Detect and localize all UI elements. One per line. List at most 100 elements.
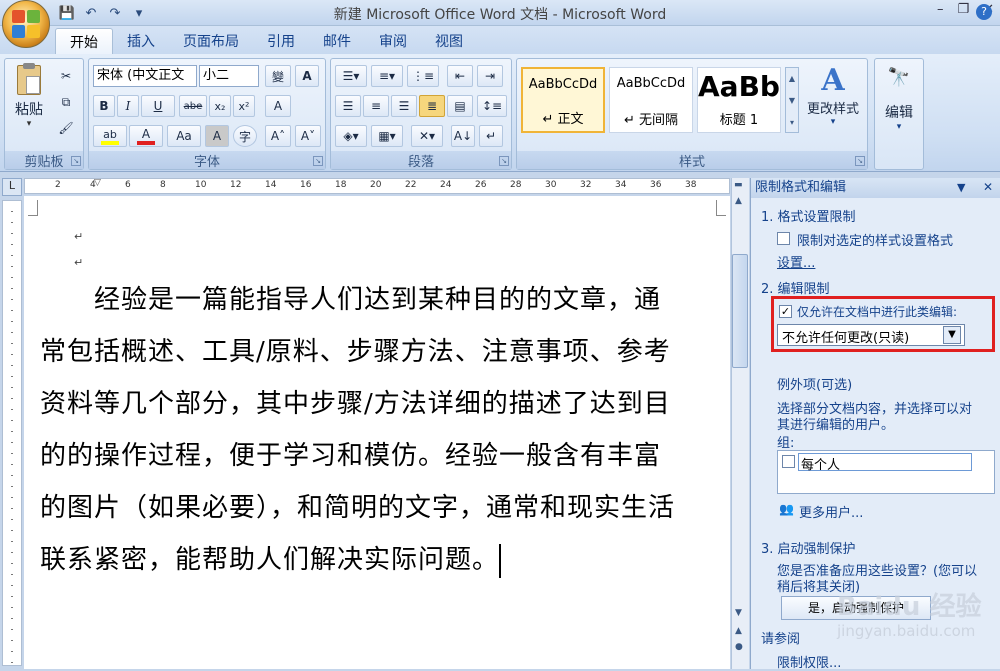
tab-home[interactable]: 开始 xyxy=(55,28,113,57)
shrink-font-button[interactable]: A˅ xyxy=(295,125,321,147)
scroll-up-icon[interactable]: ▲ xyxy=(735,196,742,206)
prev-page-icon[interactable]: ▲ xyxy=(735,626,742,636)
subscript-button[interactable]: x₂ xyxy=(209,95,231,117)
paragraph-group-label: 段落 xyxy=(331,151,511,170)
window-title: 新建 Microsoft Office Word 文档 - Microsoft … xyxy=(333,7,667,23)
strikethrough-button[interactable]: abe xyxy=(179,95,207,117)
ruler-number: 12 xyxy=(230,180,242,190)
editing-type-value: 不允许任何更改(只读) xyxy=(782,331,910,346)
everyone-checkbox[interactable] xyxy=(782,455,795,468)
help-icon[interactable]: ? xyxy=(976,4,992,20)
underline-button[interactable]: U xyxy=(141,95,175,117)
editing-restrict-checkbox[interactable]: ✓ xyxy=(779,305,792,318)
numbering-icon[interactable]: ≡▾ xyxy=(371,65,403,87)
paste-button[interactable]: 粘贴 ▾ xyxy=(11,63,47,135)
justify-icon[interactable]: ≣ xyxy=(419,95,445,117)
sort-chinese-icon[interactable]: ✕▾ xyxy=(411,125,443,147)
distribute-icon[interactable]: ▤ xyxy=(447,95,473,117)
section-format-restrictions: 1. 格式设置限制 xyxy=(761,210,856,225)
char-border-button[interactable]: A xyxy=(295,65,319,87)
editing-button[interactable]: 🔭 编辑 ▾ xyxy=(879,67,919,137)
pane-close-icon[interactable]: ✕ xyxy=(983,180,993,194)
tab-selector[interactable]: L xyxy=(2,178,22,196)
paste-icon xyxy=(17,63,41,95)
scroll-down-icon[interactable]: ▼ xyxy=(735,608,742,618)
line-spacing-icon[interactable]: ↕≡ xyxy=(477,95,507,117)
superscript-button[interactable]: x² xyxy=(233,95,255,117)
settings-link[interactable]: 设置... xyxy=(777,252,815,271)
style-no-spacing[interactable]: AaBbCcDd ↵ 无间隔 xyxy=(609,67,693,133)
copy-icon[interactable]: ⧉ xyxy=(55,91,77,113)
increase-indent-icon[interactable]: ⇥ xyxy=(477,65,503,87)
format-restrict-checkbox[interactable] xyxy=(777,232,790,245)
borders-icon[interactable]: ▦▾ xyxy=(371,125,403,147)
vertical-scrollbar[interactable]: ▬ ▲ ▼ ▲ ● xyxy=(731,178,749,669)
document-body[interactable]: 经验是一篇能指导人们达到某种目的的文章，通 常包括概述、工具/原料、步骤方法、注… xyxy=(40,274,730,586)
align-left-icon[interactable]: ☰ xyxy=(335,95,361,117)
tab-view[interactable]: 视图 xyxy=(421,28,477,57)
tab-insert[interactable]: 插入 xyxy=(113,28,169,57)
restrict-editing-pane: 限制格式和编辑 ▼ ✕ 1. 格式设置限制 限制对选定的样式设置格式 设置...… xyxy=(750,178,1000,671)
decrease-indent-icon[interactable]: ⇤ xyxy=(447,65,473,87)
style-heading1[interactable]: AaBb 标题 1 xyxy=(697,67,781,133)
editing-label: 编辑 xyxy=(885,105,913,121)
doc-line: 的的操作过程，便于学习和模仿。经验一般含有丰富 xyxy=(40,441,662,471)
tab-mailings[interactable]: 邮件 xyxy=(309,28,365,57)
scroll-thumb[interactable] xyxy=(732,254,748,368)
change-styles-button[interactable]: A 更改样式 ▾ xyxy=(801,63,865,139)
tab-review[interactable]: 审阅 xyxy=(365,28,421,57)
groups-list[interactable]: 每个人 xyxy=(777,450,995,494)
cut-icon[interactable]: ✂ xyxy=(55,65,77,87)
exceptions-desc-line2: 其进行编辑的用户。 xyxy=(777,418,895,433)
grow-font-button[interactable]: A˄ xyxy=(265,125,291,147)
clipboard-launcher-icon[interactable]: ↘ xyxy=(71,156,81,166)
bold-button[interactable]: B xyxy=(93,95,115,117)
show-marks-icon[interactable]: ↵ xyxy=(479,125,503,147)
split-handle-icon[interactable]: ▬ xyxy=(734,180,743,190)
enclose-char-button[interactable]: 字 xyxy=(233,125,257,147)
ruler-number: 30 xyxy=(545,180,557,190)
ruler-number: 22 xyxy=(405,180,417,190)
document-page[interactable]: ↵ ↵ 经验是一篇能指导人们达到某种目的的文章，通 常包括概述、工具/原料、步骤… xyxy=(24,196,730,669)
multilevel-list-icon[interactable]: ⋮≡ xyxy=(407,65,439,87)
styles-launcher-icon[interactable]: ↘ xyxy=(855,156,865,166)
more-users-link[interactable]: 更多用户... xyxy=(799,502,863,521)
pane-title: 限制格式和编辑 xyxy=(755,180,847,195)
italic-button[interactable]: I xyxy=(117,95,139,117)
ruler-number: 38 xyxy=(685,180,697,190)
paragraph-launcher-icon[interactable]: ↘ xyxy=(499,156,509,166)
maximize-button[interactable]: ❐ xyxy=(957,2,969,17)
highlight-button[interactable]: ab xyxy=(93,125,127,147)
font-group-label: 字体 xyxy=(89,151,325,170)
clipboard-group: 粘贴 ▾ ✂ ⧉ 🖌 剪贴板 ↘ xyxy=(4,58,84,170)
font-launcher-icon[interactable]: ↘ xyxy=(313,156,323,166)
font-color-button[interactable]: A xyxy=(129,125,163,147)
styles-scroll[interactable]: ▲ ▼ ▾ xyxy=(785,67,799,133)
char-shading-button[interactable]: A xyxy=(205,125,229,147)
sort-icon[interactable]: A↓ xyxy=(451,125,475,147)
chevron-down-icon[interactable]: ▼ xyxy=(943,326,961,344)
align-right-icon[interactable]: ☰ xyxy=(391,95,417,117)
font-name-combo[interactable]: 宋体 (中文正文 xyxy=(93,65,197,87)
shading-icon[interactable]: ◈▾ xyxy=(335,125,367,147)
office-button[interactable] xyxy=(2,0,50,48)
first-indent-marker[interactable]: ▽ xyxy=(94,178,101,188)
restrict-permission-link[interactable]: 限制权限... xyxy=(777,652,841,671)
phonetic-guide-button[interactable]: 變 xyxy=(265,65,291,87)
bullets-icon[interactable]: ☰▾ xyxy=(335,65,367,87)
horizontal-ruler[interactable]: 2 4 6 8 10 12 14 16 18 20 22 24 26 28 30 32 34 36 38 xyxy=(24,178,730,194)
style-normal[interactable]: AaBbCcDd ↵ 正文 xyxy=(521,67,605,133)
change-case-button[interactable]: Aa xyxy=(167,125,201,147)
minimize-button[interactable]: – xyxy=(937,2,944,17)
browse-object-icon[interactable]: ● xyxy=(735,642,743,652)
vertical-ruler[interactable] xyxy=(2,200,22,666)
editing-type-select[interactable]: 不允许任何更改(只读) xyxy=(777,324,965,346)
font-size-combo[interactable]: 小二 xyxy=(199,65,259,87)
tab-page-layout[interactable]: 页面布局 xyxy=(169,28,253,57)
pane-menu-icon[interactable]: ▼ xyxy=(957,181,965,194)
format-painter-icon[interactable]: 🖌 xyxy=(55,117,77,139)
everyone-label: 每个人 xyxy=(798,453,972,473)
tab-references[interactable]: 引用 xyxy=(253,28,309,57)
align-center-icon[interactable]: ≡ xyxy=(363,95,389,117)
clear-format-button[interactable]: A xyxy=(265,95,291,117)
